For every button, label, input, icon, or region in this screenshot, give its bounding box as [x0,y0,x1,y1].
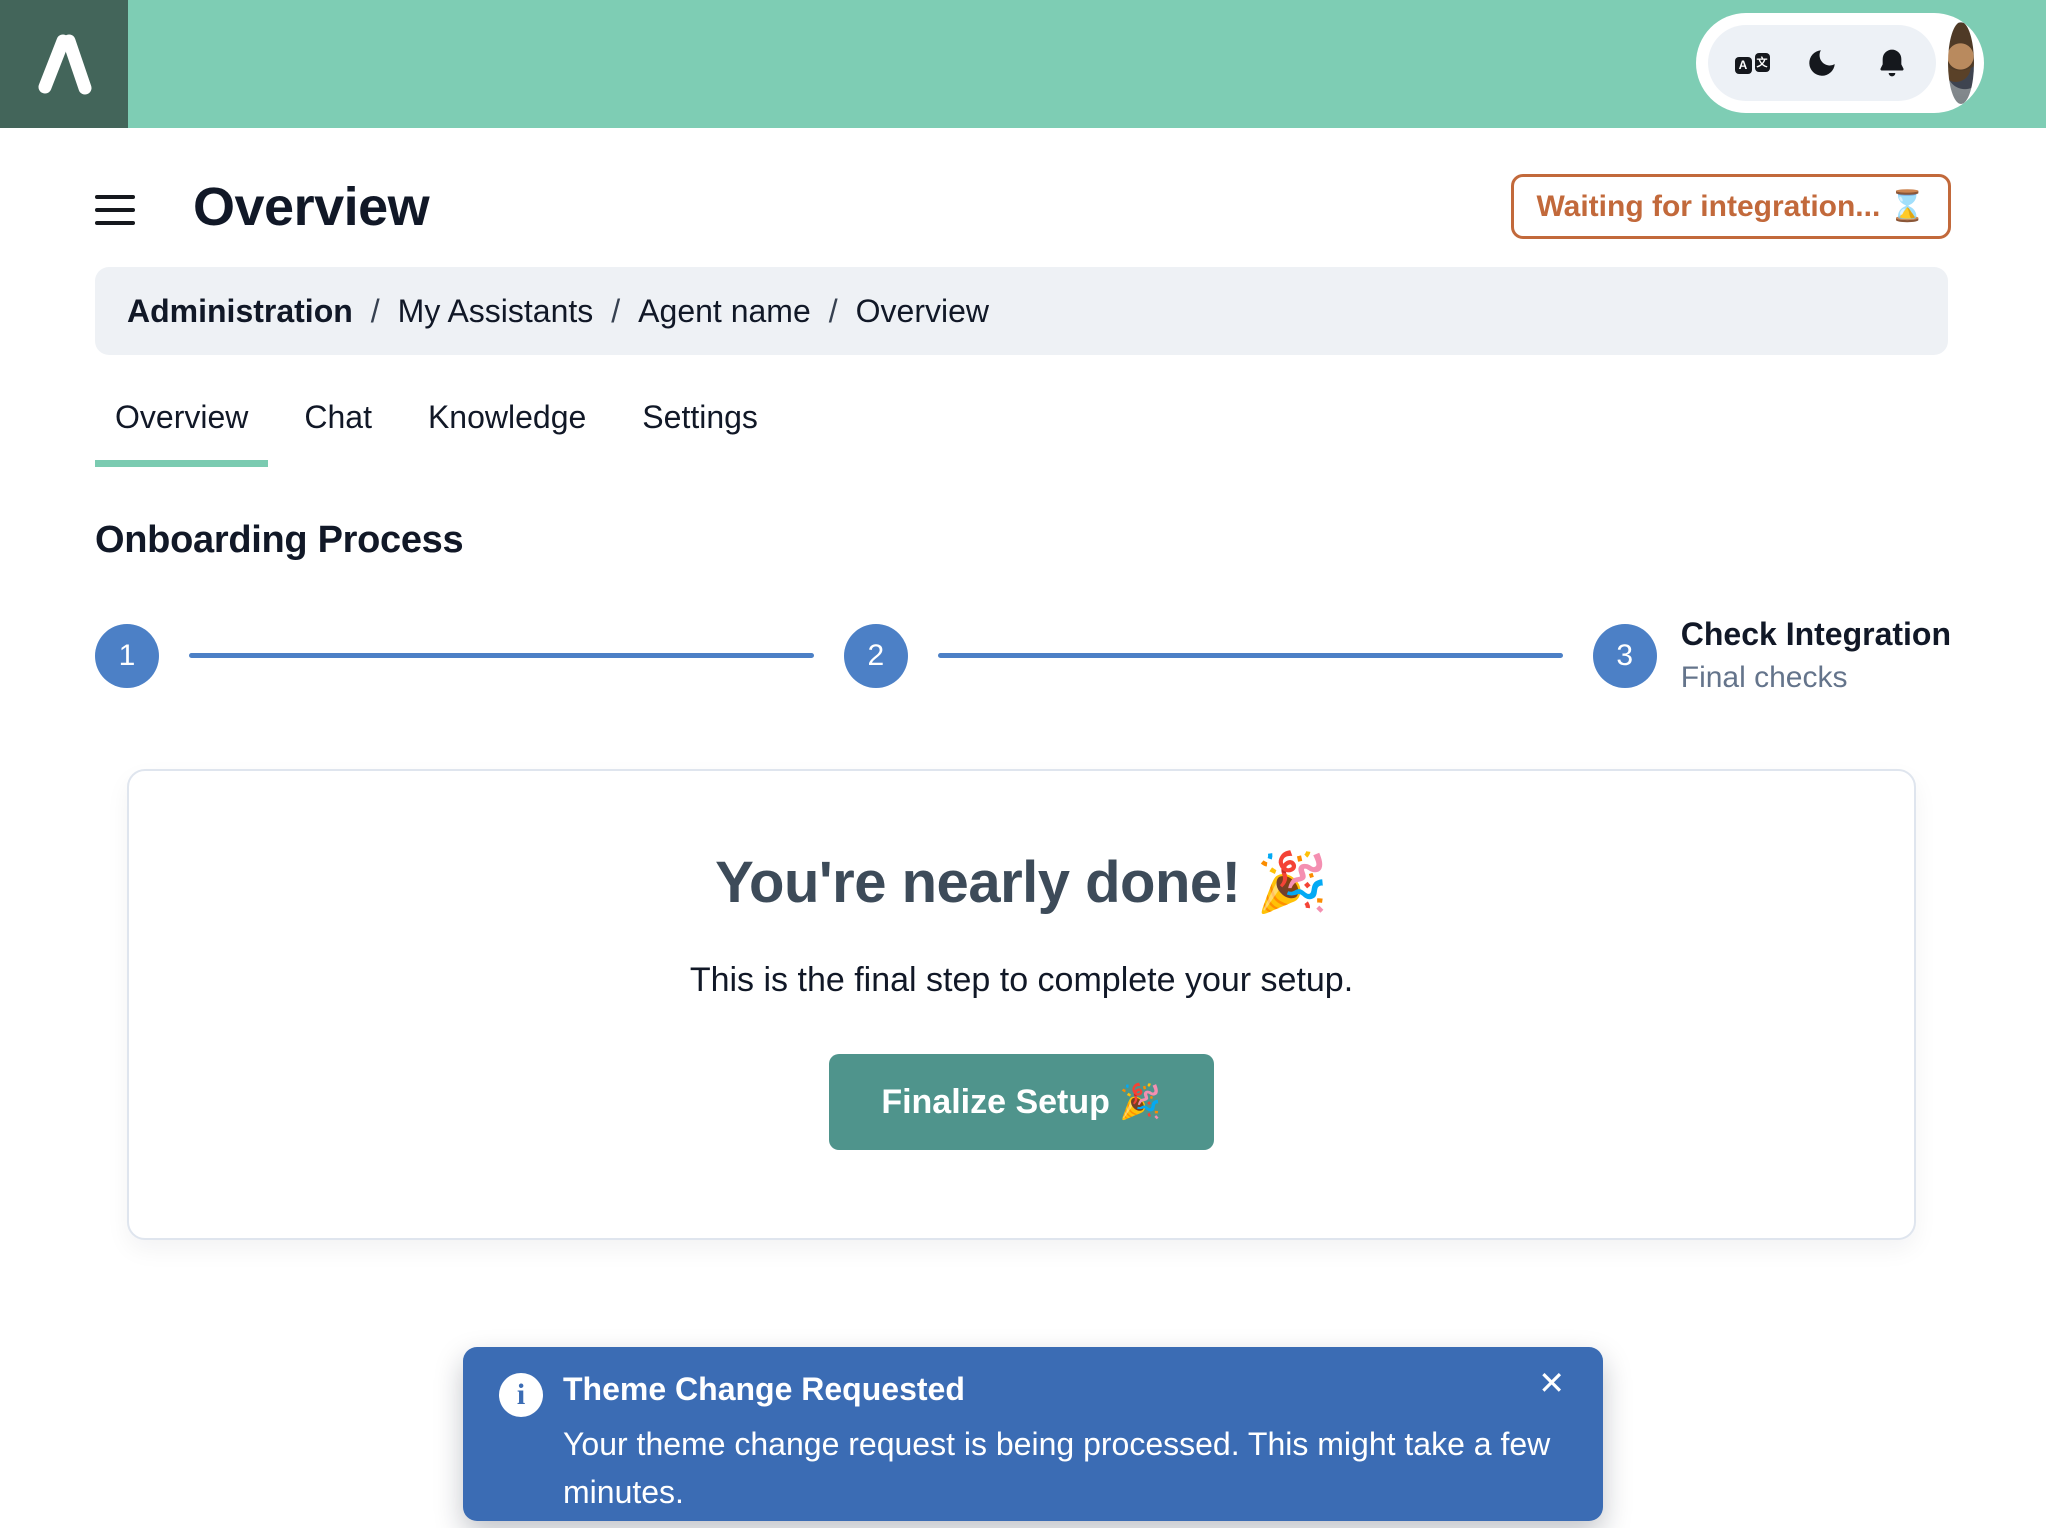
translate-icon[interactable]: A 文 [1734,45,1770,81]
onboarding-heading: Onboarding Process [95,519,464,561]
theme-change-toast: i Theme Change Requested Your theme chan… [463,1347,1603,1521]
moon-icon [1809,50,1835,76]
breadcrumb-separator: / [370,292,380,329]
notifications-bell-icon[interactable] [1874,45,1910,81]
step-3-subtitle: Final checks [1680,661,1848,694]
card-heading: You're nearly done! 🎉 [715,850,1328,915]
app-logo[interactable] [0,0,128,128]
main-content: Overview Waiting for integration... ⌛ Ad… [0,174,2046,1240]
finalize-setup-card: You're nearly done! 🎉 This is the final … [127,769,1916,1240]
step-3-group: 3 Check Integration Final checks [1592,616,1951,695]
info-icon: i [499,1373,543,1417]
tab-chat[interactable]: Chat [284,399,392,467]
integration-status-badge[interactable]: Waiting for integration... ⌛ [1511,174,1951,239]
close-icon[interactable]: ✕ [1538,1367,1565,1399]
hamburger-menu-icon[interactable] [95,194,135,225]
page-title-row: Overview Waiting for integration... ⌛ [95,174,1951,239]
step-3-labels: Check Integration Final checks [1681,616,1951,695]
hamburger-bar [95,207,135,212]
lambda-logo-icon [38,34,92,95]
onboarding-stepper: 1 2 3 Check Integration Final checks [95,616,1951,695]
step-connector-line [937,653,1563,658]
page-title: Overview [193,176,430,237]
user-avatar[interactable] [1948,22,1974,104]
finalize-setup-button[interactable]: Finalize Setup 🎉 [829,1054,1214,1150]
tab-bar: Overview Chat Knowledge Settings [95,399,1951,467]
breadcrumb-administration[interactable]: Administration [127,293,353,330]
tab-overview[interactable]: Overview [95,399,269,467]
hamburger-bar [95,220,135,225]
translate-icon-glyphs: A 文 [1734,52,1770,74]
step-3-title: Check Integration [1680,616,1952,652]
breadcrumb-overview[interactable]: Overview [856,293,989,330]
header-actions-pill: A 文 [1696,13,1984,113]
hamburger-bar [95,194,135,199]
breadcrumb-agent-name[interactable]: Agent name [638,293,811,330]
toast-message: Your theme change request is being proce… [563,1426,1551,1510]
header-icon-group: A 文 [1708,25,1936,101]
card-subtext: This is the final step to complete your … [689,961,1354,999]
translate-char-glyph: 文 [1754,52,1770,72]
breadcrumb-my-assistants[interactable]: My Assistants [398,293,594,330]
step-1-circle: 1 [95,623,159,688]
tab-settings[interactable]: Settings [622,399,778,467]
toast-content: Theme Change Requested Your theme change… [563,1371,1553,1516]
step-connector-line [189,653,814,658]
tab-knowledge[interactable]: Knowledge [408,399,606,467]
step-2-circle: 2 [843,623,908,688]
dark-mode-moon-icon[interactable] [1804,45,1840,81]
breadcrumb-separator: / [611,292,621,329]
translate-a-glyph: A [1734,56,1752,74]
step-3-circle: 3 [1592,623,1657,688]
toast-title: Theme Change Requested [563,1371,965,1407]
breadcrumb-separator: / [828,292,838,329]
breadcrumb: Administration / My Assistants / Agent n… [95,267,1948,355]
bell-icon [1880,49,1904,77]
